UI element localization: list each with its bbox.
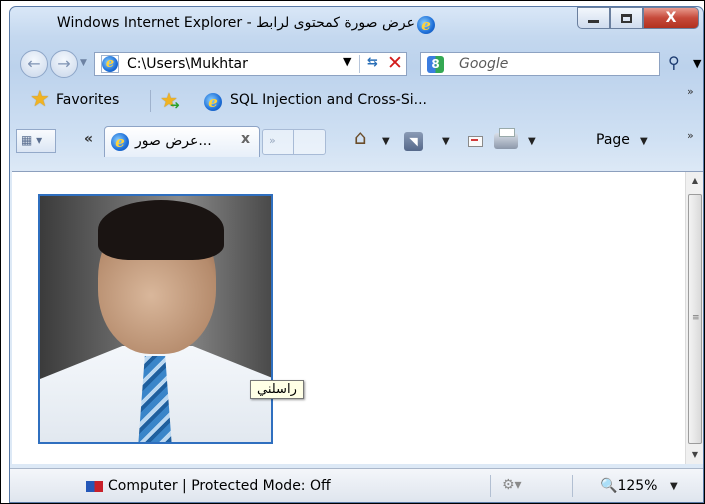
address-dropdown-icon[interactable]: ▼ <box>343 55 351 68</box>
image-tooltip: راسلني <box>250 380 304 399</box>
favorites-overflow-chevron-icon[interactable]: » <box>687 85 694 98</box>
quick-tabs-grid-icon: ▦ ▾ <box>21 133 43 147</box>
new-tab-divider <box>293 130 294 154</box>
address-input[interactable]: C:\Users\Mukhtar <box>127 56 248 72</box>
page-dropdown-icon[interactable]: ▼ <box>640 136 648 147</box>
google-icon: 8 <box>427 56 444 73</box>
title-bar: عرض صورة كمحتوى لرابط - Windows Internet… <box>10 7 703 43</box>
print-icon[interactable] <box>494 128 518 149</box>
ie-link-icon: e <box>204 93 222 111</box>
maximize-icon <box>621 13 632 23</box>
favorite-link-sql-injection[interactable]: SQL Injection and Cross-Si... <box>230 92 427 108</box>
search-icon[interactable]: ⚲ <box>668 53 680 72</box>
close-tab-icon[interactable]: x <box>241 131 250 147</box>
home-icon[interactable]: ⌂ <box>354 125 367 149</box>
page-menu-button[interactable]: Page <box>596 132 630 148</box>
minimize-button[interactable] <box>577 7 610 29</box>
minimize-icon <box>588 19 599 23</box>
address-separator <box>359 55 360 73</box>
computer-zone-icon <box>86 481 103 492</box>
navigation-bar: ← → ▼ e C:\Users\Mukhtar ▼ ⇆ ✕ 8 Google … <box>10 47 703 79</box>
scroll-grip-icon: ≡ <box>692 313 700 323</box>
status-divider <box>490 475 491 497</box>
zoom-dropdown-icon[interactable]: ▼ <box>670 481 678 492</box>
new-tab-button[interactable]: » <box>262 129 326 155</box>
command-overflow-chevron-icon[interactable]: » <box>687 129 694 142</box>
ie-logo-icon: e <box>417 16 435 34</box>
recent-pages-dropdown-icon[interactable]: ▼ <box>80 58 87 68</box>
read-mail-icon[interactable] <box>468 136 483 147</box>
feeds-icon[interactable]: ◥ <box>404 132 423 151</box>
status-divider-zoom <box>572 475 573 497</box>
tab-active[interactable]: e ...عرض صور x <box>104 126 260 157</box>
search-box[interactable]: 8 Google <box>420 52 660 76</box>
tab-label: ...عرض صور <box>135 133 212 149</box>
scroll-down-arrow-icon[interactable]: ▼ <box>686 446 703 464</box>
page-content: راسلني ▲ ≡ ▼ <box>12 171 703 464</box>
maximize-button[interactable] <box>610 7 643 29</box>
window-title: عرض صورة كمحتوى لرابط - Windows Internet… <box>56 15 415 31</box>
screenshot-frame: عرض صورة كمحتوى لرابط - Windows Internet… <box>0 0 705 504</box>
quick-tabs-button[interactable]: ▦ ▾ <box>16 129 56 153</box>
scroll-thumb[interactable]: ≡ <box>688 194 702 444</box>
stop-icon[interactable]: ✕ <box>387 52 403 74</box>
vertical-scrollbar[interactable]: ▲ ≡ ▼ <box>685 172 703 464</box>
close-icon: X <box>665 10 677 26</box>
favorites-star-icon: ★ <box>30 87 50 112</box>
add-arrow-icon: ➜ <box>170 98 181 112</box>
security-zone-text[interactable]: Computer | Protected Mode: Off <box>108 478 331 494</box>
back-arrow-icon: ← <box>27 54 41 73</box>
back-button[interactable]: ← <box>20 50 48 78</box>
refresh-icon[interactable]: ⇆ <box>367 55 378 70</box>
forward-button[interactable]: → <box>50 50 78 78</box>
close-button[interactable]: X <box>643 7 699 29</box>
home-dropdown-icon[interactable]: ▼ <box>382 136 390 147</box>
address-bar[interactable]: e C:\Users\Mukhtar ▼ ⇆ ✕ <box>94 52 407 76</box>
linked-photo-image[interactable] <box>38 194 273 444</box>
tab-list-button[interactable]: « <box>84 131 93 147</box>
ie-page-icon: e <box>102 56 118 72</box>
page-icon: e <box>101 55 119 73</box>
photo-hair <box>98 200 224 260</box>
window-controls: X <box>577 7 699 29</box>
new-tab-chevron-icon: » <box>269 134 276 147</box>
favorites-separator <box>150 90 151 112</box>
favorites-bar: ★ Favorites ★ ➜ e SQL Injection and Cros… <box>10 83 703 119</box>
ie-window: عرض صورة كمحتوى لرابط - Windows Internet… <box>9 6 704 503</box>
zoom-value: 125% <box>617 478 658 494</box>
addons-icon[interactable]: ⚙▾ <box>502 477 522 493</box>
zoom-level[interactable]: 🔍125% <box>600 478 657 494</box>
tab-bar: ▦ ▾ « e ...عرض صور x » ⌂ ▼ ◥ ▼ ▼ Page ▼ … <box>10 123 703 159</box>
status-bar: Computer | Protected Mode: Off ⚙▾ 🔍125% … <box>10 468 703 502</box>
tab-ie-icon: e <box>111 133 129 151</box>
feeds-dropdown-icon[interactable]: ▼ <box>442 136 450 147</box>
search-options-dropdown-icon[interactable]: ▼ <box>693 57 701 70</box>
print-dropdown-icon[interactable]: ▼ <box>528 136 536 147</box>
scroll-up-arrow-icon[interactable]: ▲ <box>686 172 703 190</box>
search-input[interactable]: Google <box>459 56 508 72</box>
forward-arrow-icon: → <box>57 54 71 73</box>
favorites-button[interactable]: Favorites <box>56 92 119 108</box>
